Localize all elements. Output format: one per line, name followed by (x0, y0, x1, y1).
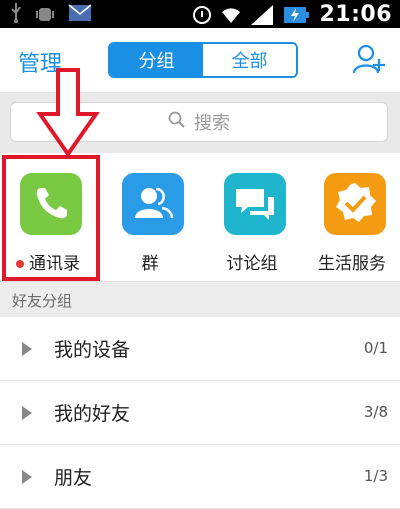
tab-all[interactable]: 全部 (203, 44, 296, 76)
group-row-pengyou[interactable]: 朋友 1/3 (0, 445, 400, 509)
group-row-devices[interactable]: 我的设备 0/1 (0, 317, 400, 381)
search-icon (168, 111, 186, 133)
add-contact-icon[interactable] (352, 42, 386, 76)
tab-groups[interactable]: 分组 (110, 44, 203, 76)
group-icon (122, 173, 184, 235)
expand-arrow-icon (22, 406, 32, 420)
battery-charging-icon (283, 5, 310, 25)
group-name: 朋友 (54, 467, 93, 489)
status-bar: 21:06 (0, 0, 400, 28)
shortcut-life-services[interactable]: 生活服务 (306, 173, 398, 274)
wifi-icon (221, 6, 241, 24)
usb-icon (10, 3, 22, 23)
section-title: 好友分组 (12, 292, 73, 310)
group-count: 1/3 (363, 467, 388, 485)
badge-check-icon (324, 173, 386, 235)
expand-arrow-icon (22, 342, 32, 356)
shortcut-label: 群 (141, 254, 159, 274)
view-segmented-control: 分组 全部 (108, 42, 298, 78)
group-row-friends[interactable]: 我的好友 3/8 (0, 381, 400, 445)
search-placeholder: 搜索 (194, 113, 230, 134)
mail-icon (68, 3, 92, 23)
group-name: 我的好友 (54, 403, 131, 425)
chat-bubbles-icon (224, 173, 286, 235)
group-name: 我的设备 (54, 339, 131, 361)
annotation-arrow-icon (36, 68, 100, 158)
shortcut-discussions[interactable]: 讨论组 (206, 173, 298, 274)
shortcut-label: 生活服务 (318, 254, 386, 274)
group-count: 0/1 (363, 339, 388, 357)
section-header: 好友分组 (0, 281, 400, 318)
expand-arrow-icon (22, 470, 32, 484)
shortcut-label: 讨论组 (226, 254, 278, 274)
group-count: 3/8 (363, 403, 388, 421)
android-debug-icon (36, 3, 54, 23)
alarm-icon (193, 5, 212, 24)
shortcut-groups[interactable]: 群 (104, 173, 196, 274)
clock-time: 21:06 (319, 2, 392, 27)
highlight-box (2, 155, 100, 281)
signal-icon (251, 4, 274, 25)
group-list: 我的设备 0/1 我的好友 3/8 朋友 1/3 (0, 317, 400, 509)
